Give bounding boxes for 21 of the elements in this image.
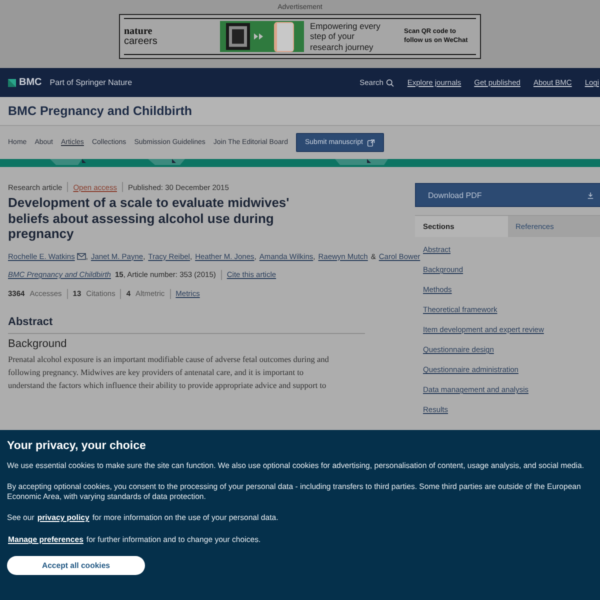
abstract-text: understand the factors which influence their ability to provide appropriate advice and support to [8,380,328,392]
ad-headline: step of your [310,31,356,42]
abstract-text: following pregnancy. Midwives are key providers of antenatal care, and it is important to [8,366,305,379]
logo-text[interactable]: BMC [19,77,42,88]
brand-name: nature [124,26,154,36]
subsection-heading: Background [8,338,68,350]
search-icon[interactable] [386,78,394,86]
section-heading: Abstract [8,316,54,328]
download-pdf-button[interactable]: Download PDF [415,183,600,207]
tagline: Part of Springer Nature [50,78,132,87]
journal-title[interactable]: BMC Pregnancy and Childbirth [0,97,600,126]
banner-title: Your privacy, your choice [7,440,147,452]
download-icon [587,192,594,198]
abstract-text: Prenatal alcohol exposure is an important modifiable cause of adverse fetal outcomes during and [8,354,330,366]
ad-headline: Empowering every [310,21,382,32]
ad-headline: research journey [310,42,374,52]
external-link-icon [366,138,375,146]
logo-icon [8,78,16,86]
article-title: Development of a scale to evaluate midwives' beliefs about assessing alcohol use during pregnancy [8,195,290,242]
mail-icon[interactable] [76,252,86,260]
brand-subtitle: careers [124,36,158,46]
